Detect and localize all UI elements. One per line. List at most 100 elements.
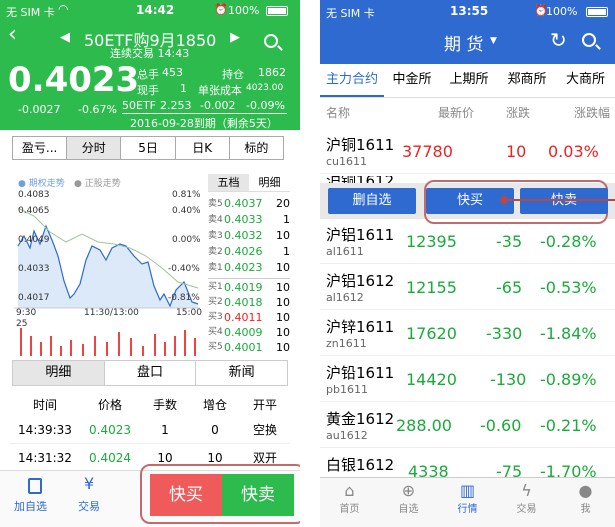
cell-price: 0.4023: [89, 423, 131, 437]
tab-five-levels[interactable]: 五档: [208, 174, 249, 191]
crosshair-icon: ⊕: [401, 481, 416, 500]
user-icon: ●: [578, 481, 593, 500]
quote-change-pct: -1.84%: [540, 324, 597, 343]
remove-watch-button[interactable]: 删自选: [328, 188, 416, 214]
bid-price: 0.4019: [224, 281, 263, 294]
search-icon[interactable]: [582, 33, 601, 50]
wifi-icon: ◠: [58, 2, 69, 16]
col-name: 名称: [326, 106, 351, 120]
cell-price: 0.4024: [89, 451, 131, 465]
quote-name: 沪铝1612: [326, 272, 395, 290]
cell-time: 14:39:33: [18, 423, 72, 437]
quote-code: al1611: [326, 245, 364, 258]
ask-book: 卖5 0.4037 20 卖4 0.4033 1 卖3 0.4032 10 卖2 0.4026…: [208, 196, 290, 276]
nav-market-label: 行情: [457, 504, 478, 515]
bid-label: 买2: [208, 297, 223, 307]
quote-row[interactable]: 沪铅1611 pb1611 14420 -130 -0.89%: [320, 356, 615, 402]
detail-tab-bar: 明细 盘口 新闻: [12, 360, 288, 386]
col-last: 最新价: [437, 106, 474, 120]
tab-orderbook[interactable]: 盘口: [105, 361, 197, 385]
col-change: 涨跌: [505, 106, 530, 120]
bid-volume: 10: [276, 281, 290, 294]
x-tick-0: 9:30: [16, 308, 37, 318]
right-phone-screen: 无 SIM 卡 13:55 ⏰ 100% 期 货 ▼ ↻ 主力合约 中金所 上期…: [320, 0, 615, 527]
tab-ticks[interactable]: 明细: [249, 174, 290, 191]
ask-row: 卖3 0.4032 10: [208, 228, 290, 244]
add-watch-icon[interactable]: [28, 478, 42, 494]
chevron-down-icon[interactable]: ▼: [490, 36, 497, 46]
add-watch-button[interactable]: 加自选: [14, 498, 47, 514]
quote-change-pct: -0.89%: [540, 370, 597, 389]
quote-row[interactable]: 沪铝1611 al1611 12395 -35 -0.28%: [320, 218, 615, 264]
yen-icon[interactable]: ¥: [84, 474, 94, 493]
quote-name: 沪铜1611: [326, 136, 395, 154]
search-icon[interactable]: [264, 34, 283, 51]
quote-row[interactable]: 沪锌1611 zn1611 17620 -330 -1.84%: [320, 310, 615, 356]
quote-price: 14420: [406, 370, 457, 389]
nav-me[interactable]: ● 我: [556, 478, 615, 527]
clock: 13:55: [450, 4, 489, 18]
alarm-icon: ⏰: [214, 3, 228, 16]
quick-buy-button[interactable]: 快买: [150, 474, 222, 516]
nav-market[interactable]: ▥ 行情: [438, 478, 497, 527]
tab-detail[interactable]: 明细: [13, 361, 105, 385]
ask-row: 卖1 0.4023 10: [208, 260, 290, 276]
ask-price: 0.4032: [224, 229, 263, 242]
ask-price: 0.4037: [224, 197, 263, 210]
header-divider: [122, 113, 287, 114]
nav-home[interactable]: ⌂ 首页: [320, 478, 379, 527]
tab-shfe[interactable]: 上期所: [440, 64, 498, 97]
price-change-pct: -0.67%: [78, 103, 117, 116]
tab-underlying[interactable]: 标的: [230, 137, 283, 159]
exchange-tab-bar: 主力合约 中金所 上期所 郑商所 大商所: [320, 64, 615, 98]
next-contract-icon[interactable]: ▶: [230, 30, 240, 45]
table-header: 时间 价格 手数 增仓 开平: [10, 394, 290, 416]
stat-last-qty: 1: [180, 82, 187, 95]
nav-watchlist[interactable]: ⊕ 自选: [379, 478, 438, 527]
quote-name: 沪铝1611: [326, 226, 395, 244]
underlying-name: 50ETF: [122, 99, 156, 112]
quote-row[interactable]: 沪铝1612 al1612 12155 -65 -0.53%: [320, 264, 615, 310]
trade-button[interactable]: 交易: [78, 498, 100, 514]
x-tick-1: 11:30/13:00: [84, 308, 139, 318]
quote-change: -330: [486, 324, 523, 343]
tab-dce[interactable]: 大商所: [556, 64, 615, 97]
tab-5day[interactable]: 5日: [121, 137, 176, 159]
tab-pnl[interactable]: 盈亏...: [13, 137, 68, 159]
tab-daily-k[interactable]: 日K: [176, 137, 230, 159]
volume-max: 25: [16, 319, 28, 329]
col-qty: 手数: [152, 398, 177, 412]
bid-price: 0.4011: [224, 311, 263, 324]
prev-contract-icon[interactable]: ◀: [60, 30, 70, 45]
refresh-icon[interactable]: ↻: [550, 28, 567, 52]
quote-name: 白银1612: [326, 456, 395, 474]
nav-trade[interactable]: ϟ 交易: [497, 478, 556, 527]
trade-table: 时间 价格 手数 增仓 开平 14:39:33 0.4023 1 0 空换 14…: [10, 394, 290, 472]
price-change: -0.0027: [18, 103, 61, 116]
page-title[interactable]: 期 货: [444, 30, 483, 55]
tab-intraday[interactable]: 分时: [67, 137, 122, 159]
back-icon[interactable]: ‹: [8, 22, 17, 47]
bid-volume: 10: [276, 311, 290, 324]
col-time: 时间: [32, 398, 57, 412]
tab-main-contracts[interactable]: 主力合约: [320, 64, 384, 97]
quote-row[interactable]: 白银1612 4338 -75 -1.70%: [320, 448, 615, 478]
cell-oi-change: 0: [211, 423, 219, 437]
quote-change-pct: 0.03%: [548, 142, 599, 161]
quote-change: -0.60: [480, 416, 522, 435]
tab-cffex[interactable]: 中金所: [384, 64, 440, 97]
bid-price: 0.4001: [224, 341, 263, 354]
annotation-pointer-line: [504, 199, 615, 201]
quote-row[interactable]: 黄金1612 au1612 288.00 -0.60 -0.21%: [320, 402, 615, 448]
quick-sell-button[interactable]: 快卖: [222, 474, 294, 516]
ask-price: 0.4023: [224, 261, 263, 274]
lightning-icon: ϟ: [521, 481, 532, 500]
tab-czce[interactable]: 郑商所: [498, 64, 556, 97]
quote-row[interactable]: 沪铜1611 cu1611 37780 10 0.03%: [320, 128, 615, 174]
quick-sell-button[interactable]: 快卖: [520, 188, 608, 214]
stat-label-oi: 持仓: [222, 68, 244, 81]
bid-volume: 10: [276, 296, 290, 309]
quote-code: cu1611: [326, 155, 368, 168]
stat-label-unit-cost: 单张成本: [198, 84, 242, 97]
tab-news[interactable]: 新闻: [196, 361, 287, 385]
